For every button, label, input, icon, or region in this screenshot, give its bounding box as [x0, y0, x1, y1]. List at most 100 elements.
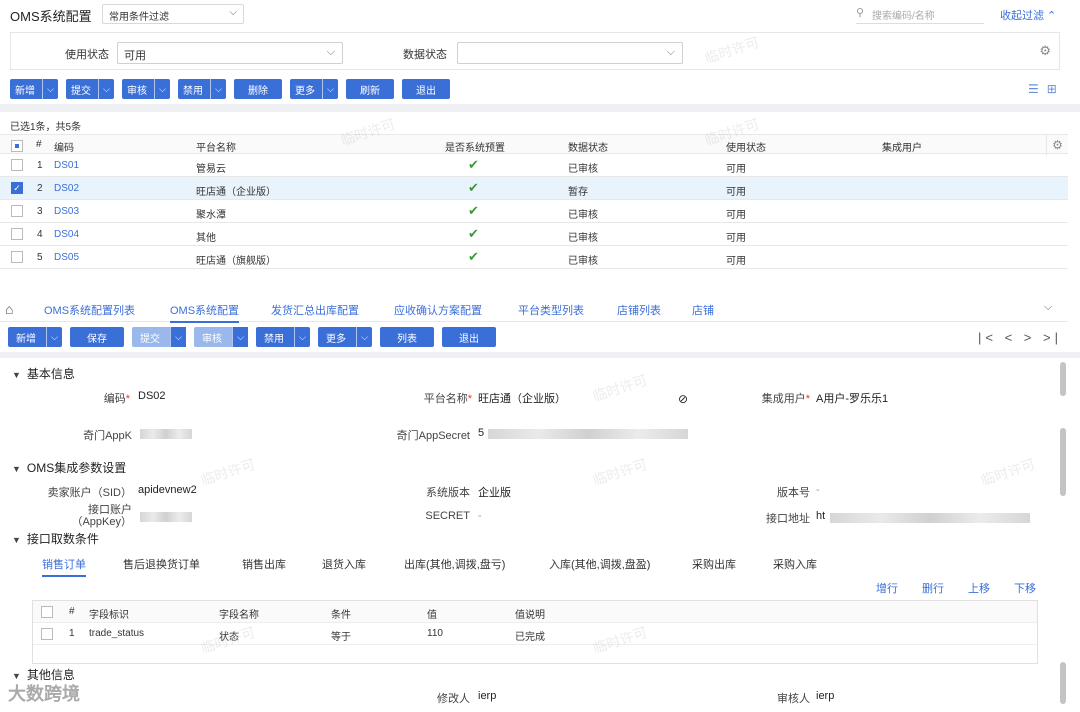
usage-status-select[interactable]: 可用 ⌵ — [117, 42, 343, 64]
row-checkbox[interactable] — [41, 628, 53, 640]
check-icon: ✔ — [468, 249, 479, 264]
move-down-button[interactable]: 下移 — [1014, 580, 1036, 596]
table-row[interactable]: ✓ 2 DS02 旺店通（企业版） ✔ 暂存 可用 — [0, 177, 1068, 200]
modifier-label: 修改人 — [437, 693, 470, 705]
exit-button[interactable]: 退出 — [402, 79, 450, 99]
api-account-label: 接口账户（AppKey） — [71, 504, 132, 528]
form-disable-button[interactable]: 禁用 ⌵ — [256, 327, 310, 347]
scrollbar-thumb[interactable] — [1060, 362, 1066, 396]
scrollbar-thumb[interactable] — [1060, 662, 1066, 704]
usage-status-label: 使用状态 — [65, 49, 109, 61]
platform-value[interactable]: 旺店通（企业版） — [478, 390, 566, 406]
usage-status-value: 可用 — [124, 50, 146, 62]
subtab-purchase-outbound[interactable]: 采购出库 — [692, 556, 736, 572]
submit-button[interactable]: 提交 ⌵ — [66, 79, 114, 99]
form-audit-button[interactable]: 审核 ⌵ — [194, 327, 248, 347]
collapse-triangle-icon: ▼ — [12, 370, 21, 380]
scrollbar-thumb[interactable] — [1060, 428, 1066, 496]
row-checkbox[interactable]: ✓ — [11, 182, 23, 194]
more-button[interactable]: 更多 ⌵ — [290, 79, 338, 99]
collapse-filter-link[interactable]: 收起过滤 ⌃ — [1000, 7, 1056, 23]
version-no-label: 版本号 — [777, 487, 810, 499]
tab-shipping-summary[interactable]: 发货汇总出库配置 — [271, 302, 359, 318]
appsecret-label: 奇门AppSecret — [396, 430, 470, 442]
home-icon[interactable]: ⌂ — [5, 301, 13, 317]
code-link[interactable]: DS01 — [54, 160, 79, 171]
section-oms-params[interactable]: ▼ OMS集成参数设置 — [12, 459, 126, 476]
tab-store[interactable]: 店铺 — [692, 302, 714, 318]
subtab-sales-order[interactable]: 销售订单 — [42, 556, 86, 577]
table-row[interactable]: 5 DS05 旺店通（旗舰版） ✔ 已审核 可用 — [0, 246, 1068, 269]
selection-info: 已选1条，共5条 — [10, 122, 82, 133]
modifier-value[interactable]: ierp — [478, 690, 496, 702]
subtab-purchase-inbound[interactable]: 采购入库 — [773, 556, 817, 572]
add-row-button[interactable]: 增行 — [876, 580, 898, 596]
new-button[interactable]: 新增 ⌵ — [10, 79, 58, 99]
table-row[interactable]: 1 trade_status 状态 等于 110 已完成 — [33, 623, 1037, 645]
delete-button[interactable]: 删除 — [234, 79, 282, 99]
form-exit-button[interactable]: 退出 — [442, 327, 496, 347]
appkey-value-redacted[interactable] — [140, 429, 192, 439]
table-row[interactable]: 4 DS04 其他 ✔ 已审核 可用 — [0, 223, 1068, 246]
row-checkbox[interactable] — [11, 251, 23, 263]
subtab-after-sales[interactable]: 售后退换货订单 — [123, 556, 200, 572]
watermark: 临时许可 — [590, 371, 650, 405]
api-account-value-redacted[interactable] — [140, 512, 192, 522]
data-status-select[interactable]: ⌵ — [457, 42, 683, 64]
row-checkbox[interactable] — [11, 159, 23, 171]
record-pager[interactable]: |< < > >| — [978, 330, 1062, 345]
secret-value[interactable]: - — [478, 510, 482, 522]
appsecret-value-redacted[interactable] — [488, 429, 688, 439]
list-button[interactable]: 列表 — [380, 327, 434, 347]
integration-user-value[interactable]: A用户-罗乐乐1 — [816, 390, 888, 406]
code-value[interactable]: DS02 — [138, 390, 166, 402]
form-new-button[interactable]: 新增 ⌵ — [8, 327, 62, 347]
column-settings-gear-icon[interactable]: ⚙ — [1046, 134, 1068, 156]
table-row[interactable]: 3 DS03 聚水潭 ✔ 已审核 可用 — [0, 200, 1068, 223]
subtab-sales-outbound[interactable]: 销售出库 — [242, 556, 286, 572]
tab-platform-type-list[interactable]: 平台类型列表 — [518, 302, 584, 318]
form-more-button[interactable]: 更多 ⌵ — [318, 327, 372, 347]
refresh-button[interactable]: 刷新 — [346, 79, 394, 99]
chevron-down-icon: ⌵ — [98, 79, 114, 99]
common-filter-select[interactable]: 常用条件过滤 ⌵ — [102, 4, 244, 24]
version-value[interactable]: 企业版 — [478, 484, 511, 500]
row-checkbox[interactable] — [11, 228, 23, 240]
move-up-button[interactable]: 上移 — [968, 580, 990, 596]
tab-oms-config-list[interactable]: OMS系统配置列表 — [44, 302, 135, 318]
tab-store-list[interactable]: 店铺列表 — [617, 302, 661, 318]
select-all-checkbox[interactable] — [41, 606, 53, 618]
filter-settings-gear-icon[interactable]: ⚙ — [1039, 43, 1051, 59]
section-basic-info[interactable]: ▼ 基本信息 — [12, 365, 75, 382]
code-link[interactable]: DS05 — [54, 252, 79, 263]
save-button[interactable]: 保存 — [70, 327, 124, 347]
api-url-value-redacted[interactable] — [830, 513, 1030, 523]
view-switch[interactable]: ☰⊞ — [1028, 82, 1065, 96]
subtab-return-inbound[interactable]: 退货入库 — [322, 556, 366, 572]
code-link[interactable]: DS04 — [54, 229, 79, 240]
delete-row-button[interactable]: 删行 — [922, 580, 944, 596]
sid-value[interactable]: apidevnew2 — [138, 484, 197, 496]
link-icon[interactable]: ⊘ — [678, 392, 688, 406]
row-checkbox[interactable] — [11, 205, 23, 217]
tab-oms-config[interactable]: OMS系统配置 — [170, 302, 240, 323]
subtab-outbound-other[interactable]: 出库(其他,调拨,盘亏) — [404, 556, 505, 572]
code-link[interactable]: DS02 — [54, 183, 79, 194]
disable-button[interactable]: 禁用 ⌵ — [178, 79, 226, 99]
list-table: # 编码 平台名称 是否系统预置 数据状态 使用状态 集成用户 1 DS01 管… — [0, 134, 1068, 269]
code-link[interactable]: DS03 — [54, 206, 79, 217]
chevron-down-icon: ⌵ — [326, 46, 335, 58]
form-submit-button[interactable]: 提交 ⌵ — [132, 327, 186, 347]
audit-button[interactable]: 审核 ⌵ — [122, 79, 170, 99]
tabs-more-chevron-icon[interactable]: ⌵ — [1044, 301, 1052, 314]
auditor-value[interactable]: ierp — [816, 690, 834, 702]
section-fetch-conditions[interactable]: ▼ 接口取数条件 — [12, 530, 99, 547]
search-input[interactable]: ⚲ 搜索编码/名称 — [856, 4, 984, 24]
subtab-inbound-other[interactable]: 入库(其他,调拨,盘盈) — [549, 556, 650, 572]
version-no-value[interactable]: - — [816, 484, 820, 496]
tab-receivable-plan[interactable]: 应收确认方案配置 — [394, 302, 482, 318]
select-all-checkbox[interactable] — [11, 140, 23, 152]
appsecret-prefix: 5 — [478, 427, 485, 439]
table-row[interactable]: 1 DS01 管易云 ✔ 已审核 可用 — [0, 154, 1068, 177]
collapse-triangle-icon: ▼ — [12, 535, 21, 545]
